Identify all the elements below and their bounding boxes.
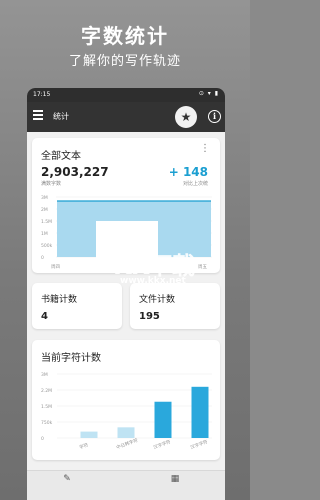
y-tick-label: 1.5M <box>41 404 52 410</box>
nav-tab-stats[interactable]: ▦ <box>145 474 205 485</box>
y-tick-label: 3M <box>41 195 48 201</box>
promo-subline: 了解你的写作轨迹 <box>68 54 181 69</box>
bottom-navigation: ✎ ▦ <box>27 470 225 500</box>
status-time: 17:15 <box>33 91 51 98</box>
y-tick-label: 500k <box>41 243 53 249</box>
y-tick-label: 3M <box>41 372 48 378</box>
char-count-bar <box>191 386 209 438</box>
book-count-value: 4 <box>41 311 48 322</box>
status-icons: ⊙ ▾ ▮ <box>198 90 219 97</box>
char-count-bar <box>117 427 135 438</box>
y-tick-label: 0 <box>41 255 44 261</box>
file-count-card[interactable]: 文件计数 195 <box>130 283 220 329</box>
x-tick-label: 周四 <box>51 264 60 270</box>
y-tick-label: 2M <box>41 207 48 213</box>
x-tick-label: 汉字字符 <box>189 438 209 451</box>
book-count-title: 书籍计数 <box>41 295 78 305</box>
watermark-url: www.kkx.net <box>120 276 186 286</box>
stats-icon: ▦ <box>170 474 180 484</box>
y-tick-label: 2.2M <box>41 388 52 394</box>
book-count-card[interactable]: 书籍计数 4 <box>32 283 122 329</box>
phone-screen: 17:15 ⊙ ▾ ▮ 统计 ★ i 全部文本 ⋮ 2,903,227 满数字数… <box>27 88 225 500</box>
promo-headline: 字数统计 <box>81 24 169 48</box>
y-tick-label: 0 <box>41 436 44 442</box>
x-tick-label: 汉字字符 <box>152 438 172 451</box>
char-count-bar <box>80 431 98 438</box>
page-title: 统计 <box>53 112 69 121</box>
file-count-title: 文件计数 <box>139 295 176 305</box>
char-count-card[interactable]: 当前字符计数 3M 2.2M 1.5M 750k 0 字符 中日韩字符 汉字字符 汉字… <box>32 340 220 460</box>
app-bar: 统计 ★ i <box>27 102 225 132</box>
status-bar: 17:15 ⊙ ▾ ▮ <box>27 88 225 102</box>
file-count-value: 195 <box>139 311 160 322</box>
x-tick-label: 中日韩字符 <box>115 436 139 450</box>
x-tick-label: 周五 <box>198 264 207 270</box>
pen-icon: ✎ <box>63 474 71 484</box>
info-icon[interactable]: i <box>208 110 221 123</box>
star-button[interactable]: ★ <box>175 106 197 128</box>
char-count-bar <box>154 401 172 438</box>
char-count-chart: 3M 2.2M 1.5M 750k 0 字符 中日韩字符 汉字字符 汉字字符 <box>41 372 212 451</box>
menu-icon[interactable] <box>33 110 43 122</box>
y-tick-label: 1M <box>41 231 48 237</box>
y-tick-label: 750k <box>41 420 53 426</box>
nav-tab-write[interactable]: ✎ <box>37 474 97 485</box>
y-tick-label: 1.5M <box>41 219 52 225</box>
x-tick-label: 字符 <box>78 441 89 451</box>
